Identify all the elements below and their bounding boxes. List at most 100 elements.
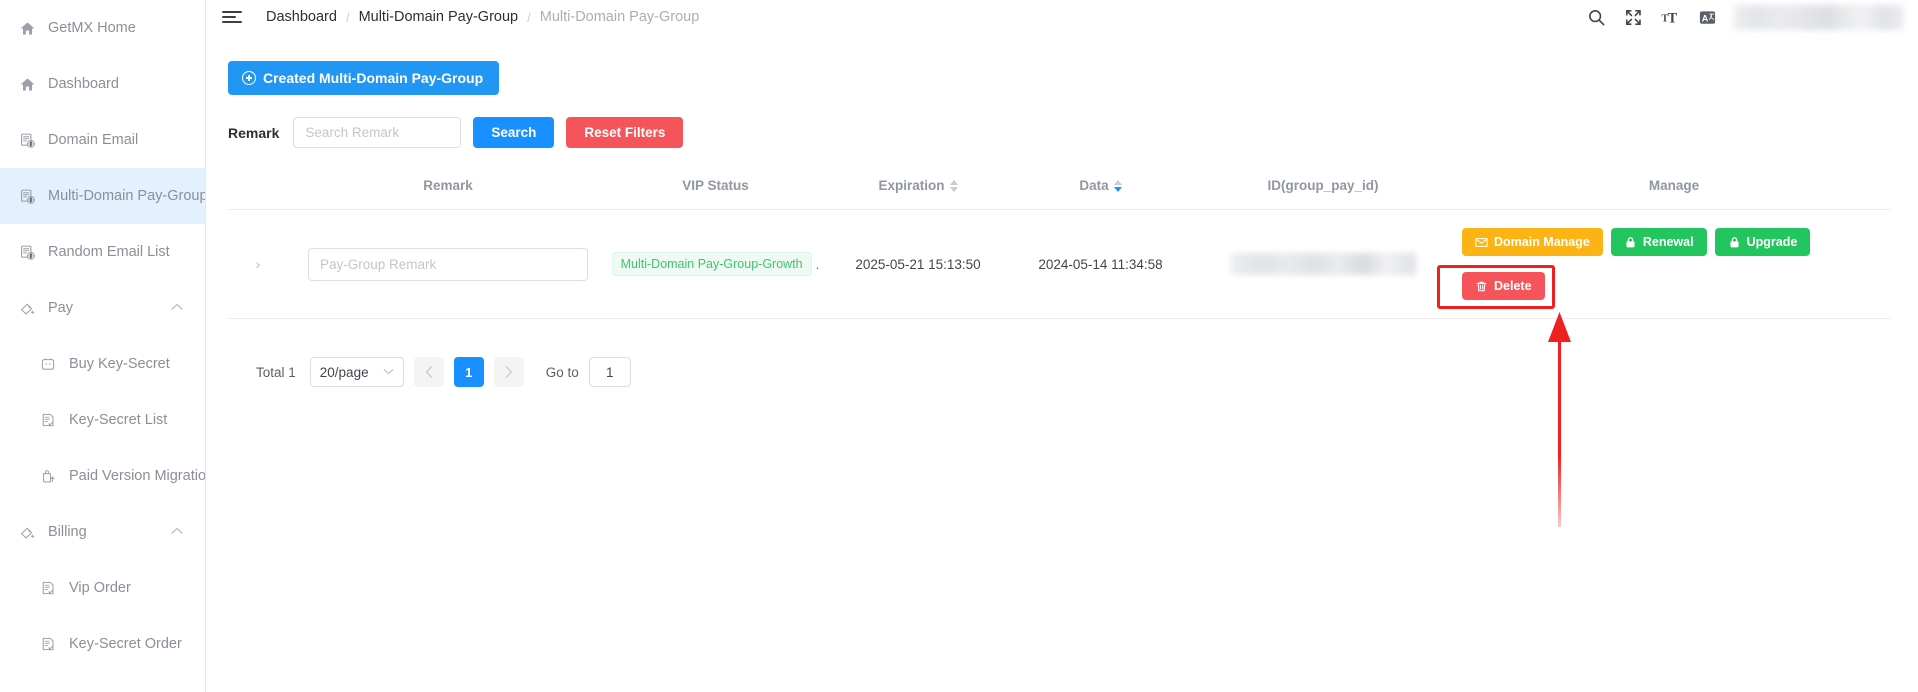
pagination: Total 1 20/page 1 Go to xyxy=(228,357,1890,387)
font-size-icon[interactable]: T T xyxy=(1660,7,1680,27)
column-label: VIP Status xyxy=(682,178,749,193)
table-row: › Multi-Domain Pay-Group-Growth . 2025-0… xyxy=(228,209,1890,319)
chevron-down-icon xyxy=(383,367,394,378)
column-header-expand xyxy=(228,178,288,210)
topbar-actions: T T A xyxy=(1586,4,1918,30)
translate-icon[interactable]: A xyxy=(1697,7,1717,27)
renewal-button[interactable]: Renewal xyxy=(1610,228,1707,256)
svg-text:T: T xyxy=(1667,10,1677,26)
reset-filters-button[interactable]: Reset Filters xyxy=(566,117,684,148)
domain-mail-icon xyxy=(17,186,37,206)
sidebar-item-random-email-list[interactable]: Random Email List xyxy=(0,224,205,280)
domain-manage-button[interactable]: Domain Manage xyxy=(1462,228,1603,256)
sidebar-item-label: GetMX Home xyxy=(48,19,136,36)
table-body: › Multi-Domain Pay-Group-Growth . 2025-0… xyxy=(228,209,1890,319)
row-expand-cell: › xyxy=(228,209,288,319)
button-label: Domain Manage xyxy=(1494,235,1590,249)
app-root: GetMX Home Dashboard Domain Email Multi-… xyxy=(0,0,1918,692)
sort-toggle-data[interactable] xyxy=(1113,179,1122,192)
column-label: ID(group_pay_id) xyxy=(1267,178,1379,193)
search-icon[interactable] xyxy=(1586,7,1606,27)
home-icon xyxy=(17,18,37,38)
sidebar-item-key-secret-list[interactable]: Key-Secret List xyxy=(0,392,205,448)
sidebar: GetMX Home Dashboard Domain Email Multi-… xyxy=(0,0,206,692)
sidebar-item-label: Multi-Domain Pay-Group xyxy=(48,187,206,204)
hamburger-icon[interactable] xyxy=(222,8,244,26)
pagination-prev-button[interactable] xyxy=(413,357,444,387)
pay-icon xyxy=(17,522,37,542)
upgrade-button[interactable]: Upgrade xyxy=(1714,228,1811,256)
button-label: Upgrade xyxy=(1746,235,1798,249)
envelope-icon xyxy=(1475,236,1488,249)
sidebar-item-multi-domain-pay-group[interactable]: Multi-Domain Pay-Group xyxy=(0,168,205,224)
row-group-pay-id-cell xyxy=(1188,209,1458,319)
chevron-right-icon[interactable]: › xyxy=(256,256,261,272)
column-header-group-pay-id: ID(group_pay_id) xyxy=(1188,178,1458,210)
column-header-vip-status: VIP Status xyxy=(608,178,823,210)
remark-search-input[interactable] xyxy=(293,117,462,148)
sidebar-item-domain-email[interactable]: Domain Email xyxy=(0,112,205,168)
sidebar-item-label: Paid Version Migration xyxy=(69,467,206,484)
sidebar-item-dashboard[interactable]: Dashboard xyxy=(0,56,205,112)
sidebar-item-paid-version-migration[interactable]: Paid Version Migration xyxy=(0,448,205,504)
domain-mail-icon xyxy=(17,130,37,150)
column-label: Remark xyxy=(423,178,473,193)
group-pay-id-blurred xyxy=(1230,253,1416,275)
goto-label: Go to xyxy=(545,364,579,380)
column-header-data[interactable]: Data xyxy=(1013,178,1188,210)
breadcrumb-item-current: Multi-Domain Pay-Group xyxy=(539,9,700,25)
breadcrumb-item-multi-domain-pay-group[interactable]: Multi-Domain Pay-Group xyxy=(359,9,519,25)
sidebar-group-referral-program[interactable]: Referral Program xyxy=(0,672,205,692)
pay-group-table: Remark VIP Status Expiration Data ID(gro… xyxy=(228,178,1890,319)
column-header-expiration[interactable]: Expiration xyxy=(823,178,1013,210)
sidebar-item-label: Buy Key-Secret xyxy=(69,355,170,372)
button-label: Renewal xyxy=(1642,235,1694,249)
row-vip-status-cell: Multi-Domain Pay-Group-Growth . xyxy=(608,209,823,319)
create-multi-domain-pay-group-button[interactable]: Created Multi-Domain Pay-Group xyxy=(228,61,500,95)
svg-text:A: A xyxy=(1701,13,1708,23)
list-icon xyxy=(38,578,58,598)
list-icon xyxy=(38,410,58,430)
sidebar-item-vip-order[interactable]: Vip Order xyxy=(0,560,205,616)
sidebar-item-key-secret-order[interactable]: Key-Secret Order xyxy=(0,616,205,672)
breadcrumb-separator: / xyxy=(527,9,531,25)
search-button[interactable]: Search xyxy=(473,117,555,148)
sidebar-group-billing[interactable]: Billing xyxy=(0,504,205,560)
fullscreen-icon[interactable] xyxy=(1623,7,1643,27)
page-content: Created Multi-Domain Pay-Group Remark Se… xyxy=(206,34,1918,692)
table-head: Remark VIP Status Expiration Data ID(gro… xyxy=(228,178,1890,210)
trash-icon xyxy=(1475,280,1488,293)
lock-icon xyxy=(1624,236,1637,249)
pagination-next-button[interactable] xyxy=(493,357,524,387)
upload-bag-icon xyxy=(38,466,58,486)
sidebar-item-label: Key-Secret List xyxy=(69,411,168,428)
pay-icon xyxy=(17,298,37,318)
breadcrumb: Dashboard / Multi-Domain Pay-Group / Mul… xyxy=(266,9,699,25)
column-label: Expiration xyxy=(878,178,945,193)
user-account-blurred[interactable] xyxy=(1734,4,1904,30)
domain-mail-icon xyxy=(17,242,37,262)
filter-bar: Remark Search Reset Filters xyxy=(228,117,1890,148)
sidebar-group-pay[interactable]: Pay xyxy=(0,280,205,336)
remark-filter-label: Remark xyxy=(228,124,280,141)
sidebar-item-getmx-home[interactable]: GetMX Home xyxy=(0,0,205,56)
row-manage-cell: Domain Manage Renewal Upgrade Delete xyxy=(1437,209,1890,319)
row-expiration-cell: 2025-05-21 15:13:50 xyxy=(823,209,1013,319)
breadcrumb-item-dashboard[interactable]: Dashboard xyxy=(266,9,337,25)
sidebar-item-label: Key-Secret Order xyxy=(69,635,182,652)
goto-page-input[interactable] xyxy=(588,357,631,387)
column-label: Manage xyxy=(1648,178,1700,193)
column-label: Data xyxy=(1079,178,1109,193)
column-header-manage: Manage xyxy=(1458,178,1890,210)
sidebar-item-buy-key-secret[interactable]: Buy Key-Secret xyxy=(0,336,205,392)
topbar: Dashboard / Multi-Domain Pay-Group / Mul… xyxy=(206,0,1918,34)
breadcrumb-separator: / xyxy=(345,9,350,25)
list-icon xyxy=(38,634,58,654)
sidebar-item-label: Dashboard xyxy=(48,75,119,92)
row-remark-input[interactable] xyxy=(308,247,588,281)
pagination-page-1[interactable]: 1 xyxy=(453,357,484,387)
sort-toggle-expiration[interactable] xyxy=(949,179,958,192)
page-size-select[interactable]: 20/page xyxy=(309,357,404,387)
row-data-cell: 2024-05-14 11:34:58 xyxy=(1013,209,1188,319)
delete-button[interactable]: Delete xyxy=(1462,272,1545,300)
